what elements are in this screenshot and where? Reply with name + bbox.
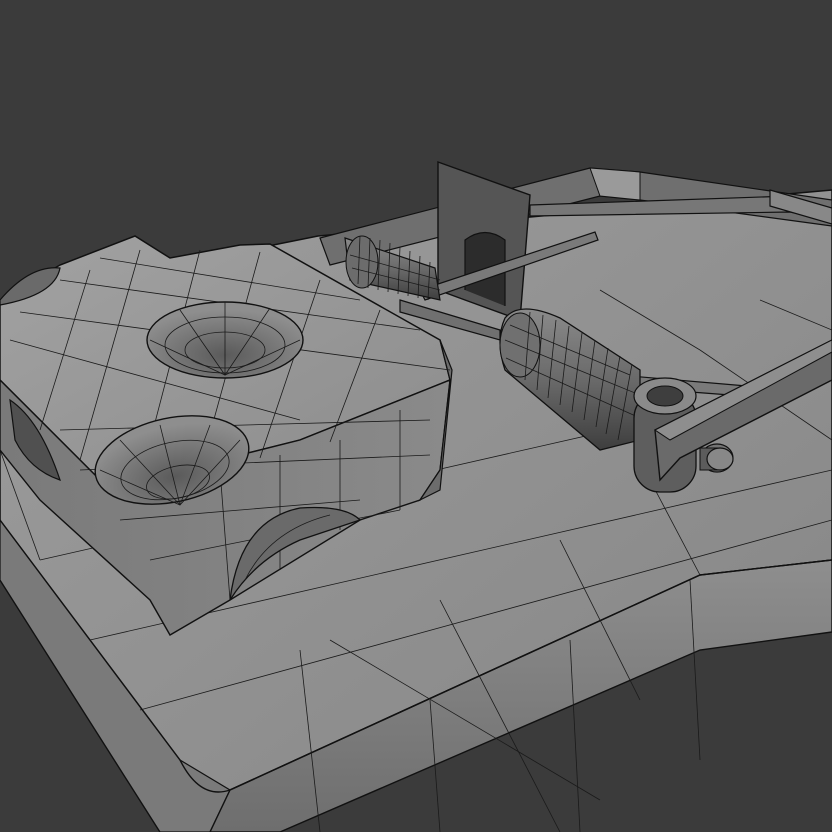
3d-viewport[interactable]: [0, 0, 832, 832]
mousetrap-model-render: [0, 161, 832, 832]
